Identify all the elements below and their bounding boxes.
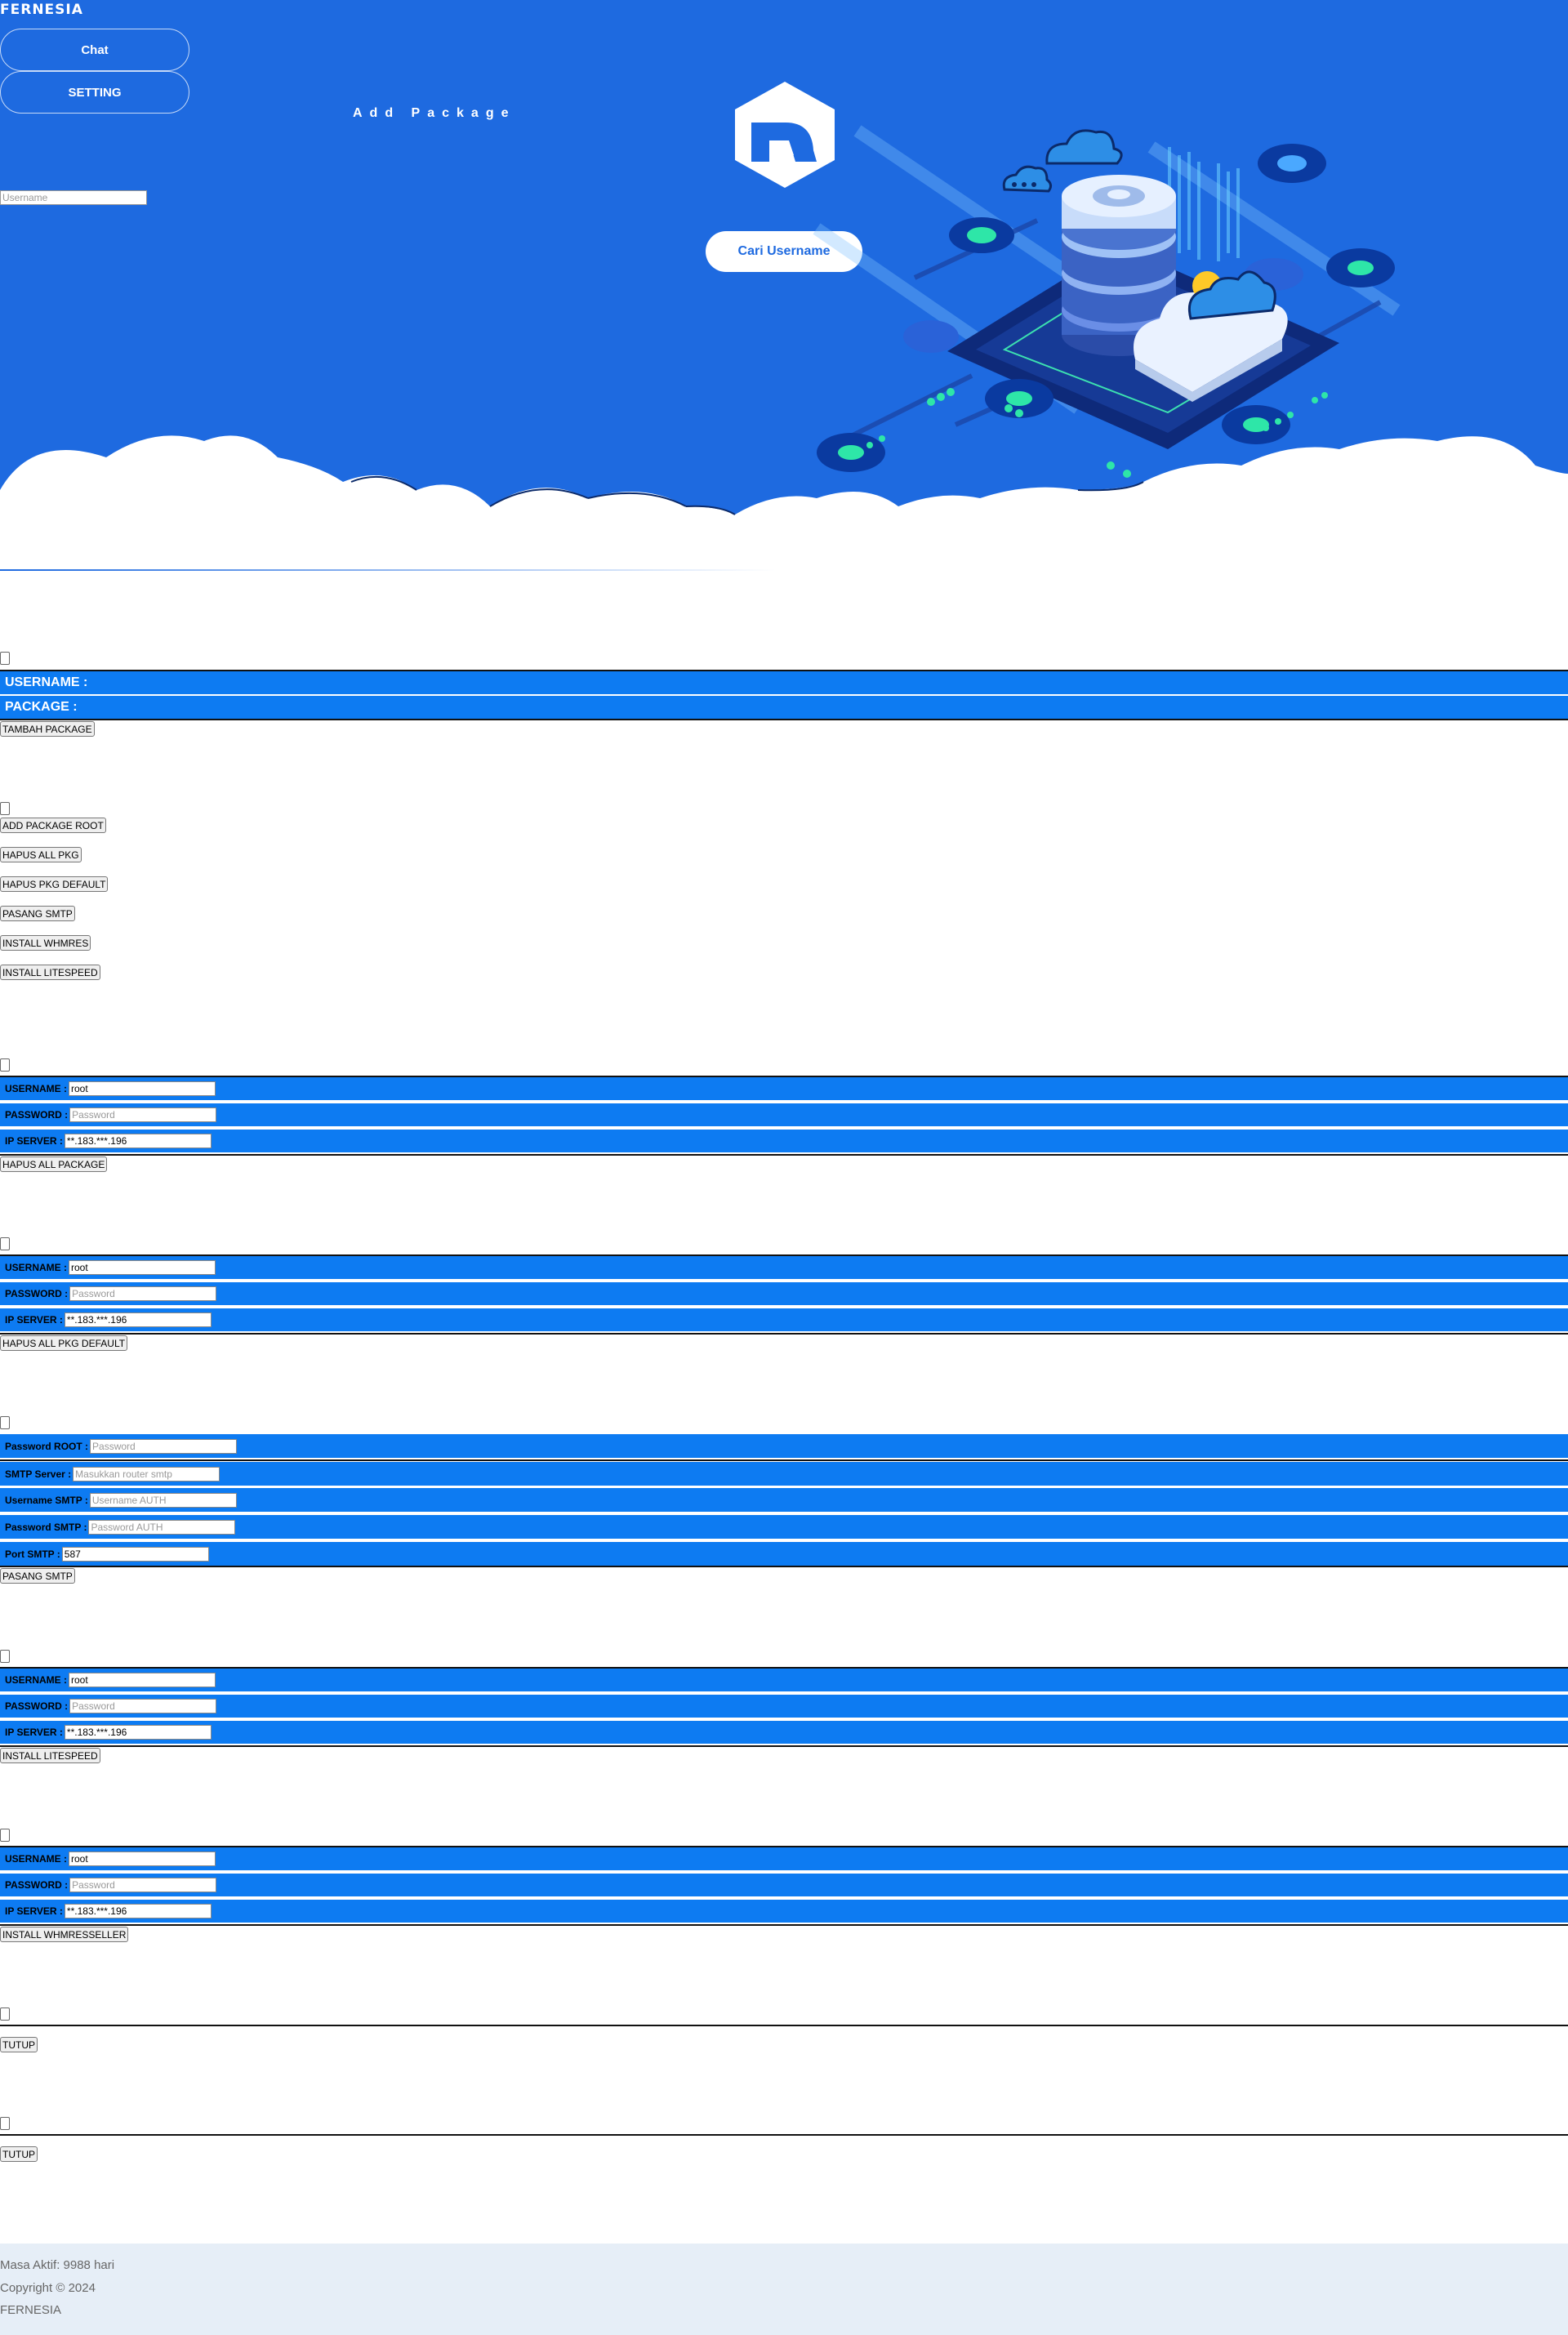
username-input[interactable] [69,1852,216,1866]
footer: Masa Aktif: 9988 hari Copyright © 2024 F… [0,2244,1568,2335]
username-row: USERNAME : [0,1256,1568,1279]
chat-button[interactable]: Chat [0,29,189,71]
form-bottom-border [0,1333,1568,1335]
form-bottom-border [0,1745,1568,1747]
package-label: PACKAGE : [5,700,78,714]
form-bottom-border [0,1566,1568,1567]
password-label: PASSWORD : [5,1109,69,1121]
toggle-checkbox[interactable] [0,802,10,815]
username-row: USERNAME : [0,671,1568,694]
pasang-smtp-button[interactable]: PASANG SMTP [0,1568,75,1584]
username-search-input[interactable] [0,190,147,205]
password-input[interactable] [69,1107,217,1122]
ip-server-row: IP SERVER : [0,1130,1568,1152]
menu-install-whmres[interactable]: INSTALL WHMRES [0,935,91,951]
username-row: USERNAME : [0,1077,1568,1100]
smtp-server-label: SMTP Server : [5,1468,72,1480]
copyright-text: Copyright © 2024 [0,2281,96,2295]
tutup-button[interactable]: TUTUP [0,2037,38,2052]
smtp-port-input[interactable] [61,1546,209,1562]
ip-server-input[interactable] [64,1904,212,1918]
section-divider [0,569,776,571]
smtp-port-row: Port SMTP : [0,1542,1568,1566]
tutup-button[interactable]: TUTUP [0,2146,38,2162]
toggle-checkbox[interactable] [0,1650,10,1663]
menu-pasang-smtp[interactable]: PASANG SMTP [0,906,75,921]
password-row: PASSWORD : [0,1874,1568,1896]
password-input[interactable] [69,1699,217,1713]
cloud-border [0,435,1568,572]
ip-server-input[interactable] [64,1725,212,1740]
password-row: PASSWORD : [0,1103,1568,1126]
username-input[interactable] [69,1673,216,1687]
username-input[interactable] [69,1081,216,1096]
password-root-row: Password ROOT : [0,1434,1568,1458]
password-label: PASSWORD : [5,1700,69,1712]
ip-server-row: IP SERVER : [0,1308,1568,1331]
page-title: Add Package [353,106,516,120]
footer-brand: FERNESIA [0,2303,62,2317]
username-label: USERNAME : [5,1262,68,1273]
toggle-checkbox[interactable] [0,652,10,665]
form-bottom-border [0,1924,1568,1926]
password-input[interactable] [69,1286,217,1301]
modal-border [0,2134,1568,2136]
form-bottom-border [0,1154,1568,1156]
ip-server-label: IP SERVER : [5,1135,63,1147]
menu-add-package-root[interactable]: ADD PACKAGE ROOT [0,818,106,833]
menu-install-litespeed[interactable]: INSTALL LITESPEED [0,965,100,980]
ip-server-input[interactable] [64,1134,212,1148]
masa-aktif-text: Masa Aktif: 9988 hari [0,2258,115,2272]
smtp-password-row: Password SMTP : [0,1515,1568,1539]
hapus-all-package-button[interactable]: HAPUS ALL PACKAGE [0,1156,108,1172]
smtp-username-row: Username SMTP : [0,1488,1568,1512]
username-label: USERNAME : [5,1083,68,1094]
username-label: USERNAME : [5,675,88,689]
username-label: USERNAME : [5,1853,68,1865]
form-divider [0,1459,1568,1461]
smtp-server-row: SMTP Server : [0,1462,1568,1486]
install-litespeed-button[interactable]: INSTALL LITESPEED [0,1748,100,1763]
ip-server-label: IP SERVER : [5,1905,63,1917]
toggle-checkbox[interactable] [0,1829,10,1842]
password-root-input[interactable] [90,1438,238,1454]
toggle-checkbox[interactable] [0,1416,10,1429]
smtp-password-label: Password SMTP : [5,1521,87,1533]
toggle-checkbox[interactable] [0,2117,10,2130]
ip-server-row: IP SERVER : [0,1900,1568,1923]
toggle-checkbox[interactable] [0,1237,10,1250]
username-row: USERNAME : [0,1669,1568,1691]
username-input[interactable] [69,1260,216,1275]
password-label: PASSWORD : [5,1288,69,1299]
install-whmresseller-button[interactable]: INSTALL WHMRESSELLER [0,1927,129,1942]
password-row: PASSWORD : [0,1695,1568,1718]
toggle-checkbox[interactable] [0,1058,10,1072]
setting-button[interactable]: SETTING [0,71,189,114]
smtp-port-label: Port SMTP : [5,1548,60,1560]
form-bottom-border [0,719,1568,720]
package-row: PACKAGE : [0,696,1568,719]
ip-server-label: IP SERVER : [5,1314,63,1326]
tambah-package-button[interactable]: TAMBAH PACKAGE [0,721,95,737]
smtp-server-input[interactable] [73,1466,220,1482]
menu-hapus-pkg-default[interactable]: HAPUS PKG DEFAULT [0,876,109,892]
ip-server-label: IP SERVER : [5,1727,63,1738]
smtp-username-label: Username SMTP : [5,1494,88,1506]
username-label: USERNAME : [5,1674,68,1686]
password-root-label: Password ROOT : [5,1440,89,1452]
hapus-all-pkg-default-button[interactable]: HAPUS ALL PKG DEFAULT [0,1335,128,1351]
toggle-checkbox[interactable] [0,2007,10,2021]
modal-border [0,2025,1568,2026]
menu-hapus-all-pkg[interactable]: HAPUS ALL PKG [0,847,82,862]
username-row: USERNAME : [0,1847,1568,1870]
brand-logo-text: FERNESIA [0,2,83,18]
smtp-username-input[interactable] [89,1492,237,1508]
ip-server-input[interactable] [64,1312,212,1327]
hero-banner: FERNESIA Chat SETTING Add Package Cari U… [0,0,1568,572]
smtp-password-input[interactable] [88,1519,236,1535]
password-input[interactable] [69,1878,217,1892]
password-label: PASSWORD : [5,1879,69,1891]
ip-server-row: IP SERVER : [0,1721,1568,1744]
password-row: PASSWORD : [0,1282,1568,1305]
